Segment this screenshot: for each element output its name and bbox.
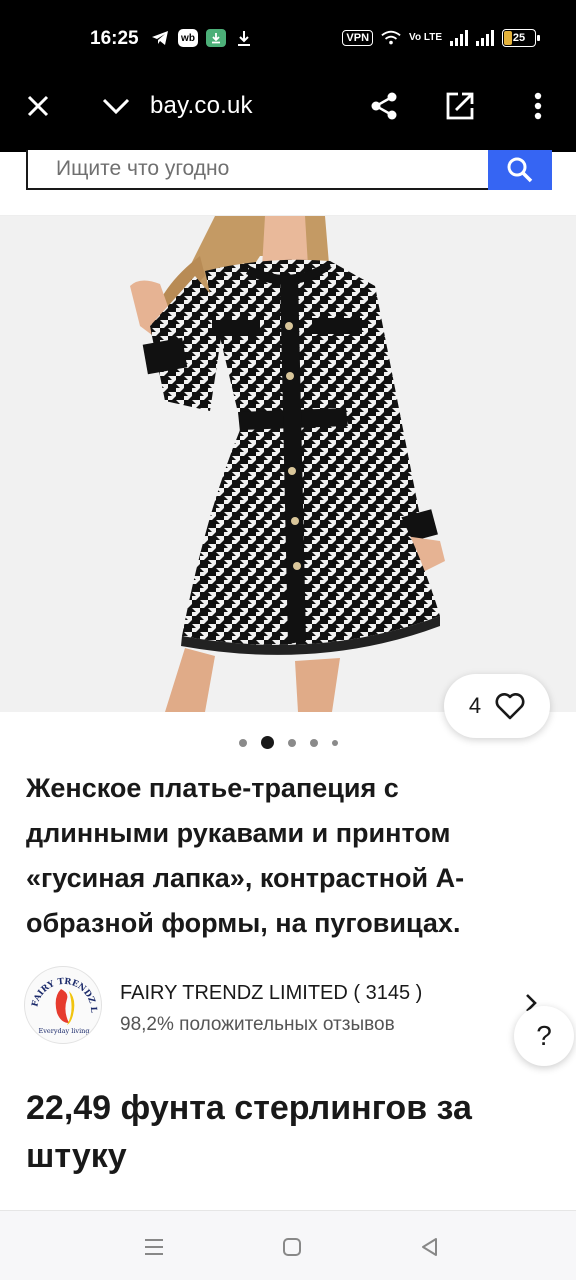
watch-count: 4 (468, 693, 482, 718)
seller-feedback: 98,2% положительных отзывов (120, 1014, 395, 1035)
system-nav-bar (0, 1210, 576, 1280)
share-icon[interactable] (362, 84, 406, 128)
carousel-dot[interactable] (287, 738, 296, 747)
product-image[interactable] (0, 216, 576, 712)
top-bar: 16:25 wb VPN Vo LTE 25 bay.co.uk (0, 0, 576, 152)
battery-icon: 25 (502, 29, 540, 47)
image-carousel-dots (0, 736, 576, 749)
seller-logo: FAIRY TRENDZ LTD Everyday living (24, 966, 102, 1044)
more-vertical-icon[interactable] (516, 84, 560, 128)
heart-icon (495, 693, 525, 720)
menu-icon[interactable] (134, 1229, 174, 1265)
wifi-icon (381, 28, 401, 48)
chevron-down-icon[interactable] (94, 84, 138, 128)
back-icon[interactable] (410, 1229, 450, 1265)
seller-info[interactable]: FAIRY TRENDZ LTD Everyday living FAIRY T… (24, 966, 554, 1046)
help-button[interactable]: ? (514, 1006, 574, 1066)
search-button[interactable] (488, 150, 552, 190)
seller-name[interactable]: FAIRY TRENDZ LIMITED ( 3145 ) (120, 982, 422, 1005)
watch-button[interactable]: 4 (444, 674, 550, 738)
status-time: 16:25 (90, 28, 139, 49)
product-title: Женское платье-трапеция с длинными рукав… (26, 773, 465, 938)
status-bar: 16:25 wb VPN Vo LTE 25 (0, 24, 576, 54)
carousel-dot-active[interactable] (260, 736, 274, 749)
close-icon[interactable] (16, 84, 60, 128)
vpn-icon: VPN (342, 30, 374, 46)
download-icon (234, 28, 254, 48)
product-price: 22,49 фунта стерлингов за штуку (26, 1089, 472, 1175)
search-input[interactable]: Ищите что угодно (26, 150, 490, 190)
store-download-icon (206, 29, 226, 47)
signal-icon (450, 30, 468, 46)
search-bar: Ищите что угодно (0, 150, 576, 216)
search-icon (507, 157, 533, 183)
svg-text:Everyday living: Everyday living (38, 1027, 89, 1035)
telegram-icon (150, 28, 170, 48)
signal-icon-2 (476, 30, 494, 46)
notification-icons: wb (150, 28, 254, 48)
volte-icon: Vo LTE (409, 32, 442, 43)
carousel-dot[interactable] (238, 738, 247, 747)
url-text[interactable]: bay.co.uk (150, 92, 253, 120)
carousel-dot[interactable] (309, 738, 318, 747)
system-icons: VPN Vo LTE 25 (342, 28, 540, 48)
home-icon[interactable] (272, 1229, 312, 1265)
carousel-dot[interactable] (331, 739, 338, 746)
dress-photo (130, 216, 445, 712)
open-external-icon[interactable] (438, 84, 482, 128)
wb-app-icon: wb (178, 29, 198, 47)
browser-toolbar: bay.co.uk (0, 78, 576, 136)
